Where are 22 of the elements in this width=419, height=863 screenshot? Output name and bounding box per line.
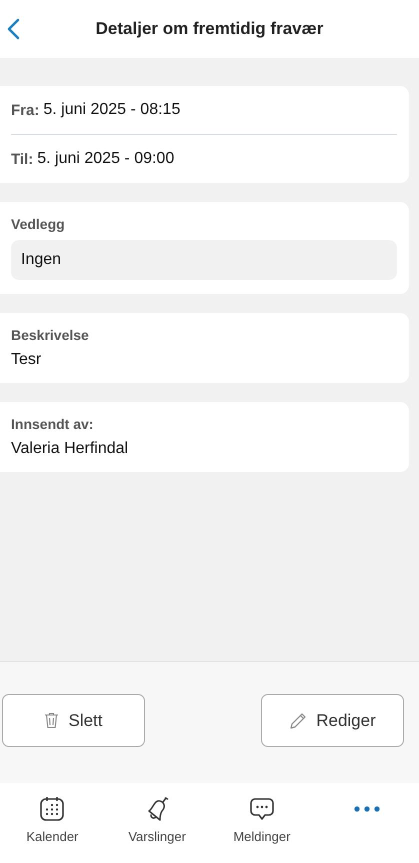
tab-item[interactable]: Kalender [12,795,92,844]
period-label: Til: [11,150,34,168]
more-icon [352,804,381,814]
section-label: Innsendt av: [11,416,94,432]
pencil-icon [289,712,308,730]
chat-icon [248,795,276,823]
section-value: Tesr [11,351,42,369]
tab-item[interactable]: Varslinger [117,795,198,844]
period-value: 5. juni 2025 - 08:15 [43,101,180,119]
section-label: Vedlegg [11,216,66,232]
page-title: Detaljer om fremtidig fravær [96,19,324,39]
tab-item[interactable]: Meldinger [222,795,302,844]
period-label: Fra: [11,102,40,118]
attachment-field: Ingen [11,240,397,280]
back-icon[interactable] [6,18,20,40]
edit-button[interactable]: Rediger [261,694,404,747]
section-value: Valeria Herfindal [11,440,130,458]
section-label: Beskrivelse [11,327,90,343]
period-value: 5. juni 2025 - 09:00 [37,150,174,168]
calendar-icon [38,795,66,823]
trash-icon [44,712,60,729]
delete-button[interactable]: Slett [2,694,145,747]
